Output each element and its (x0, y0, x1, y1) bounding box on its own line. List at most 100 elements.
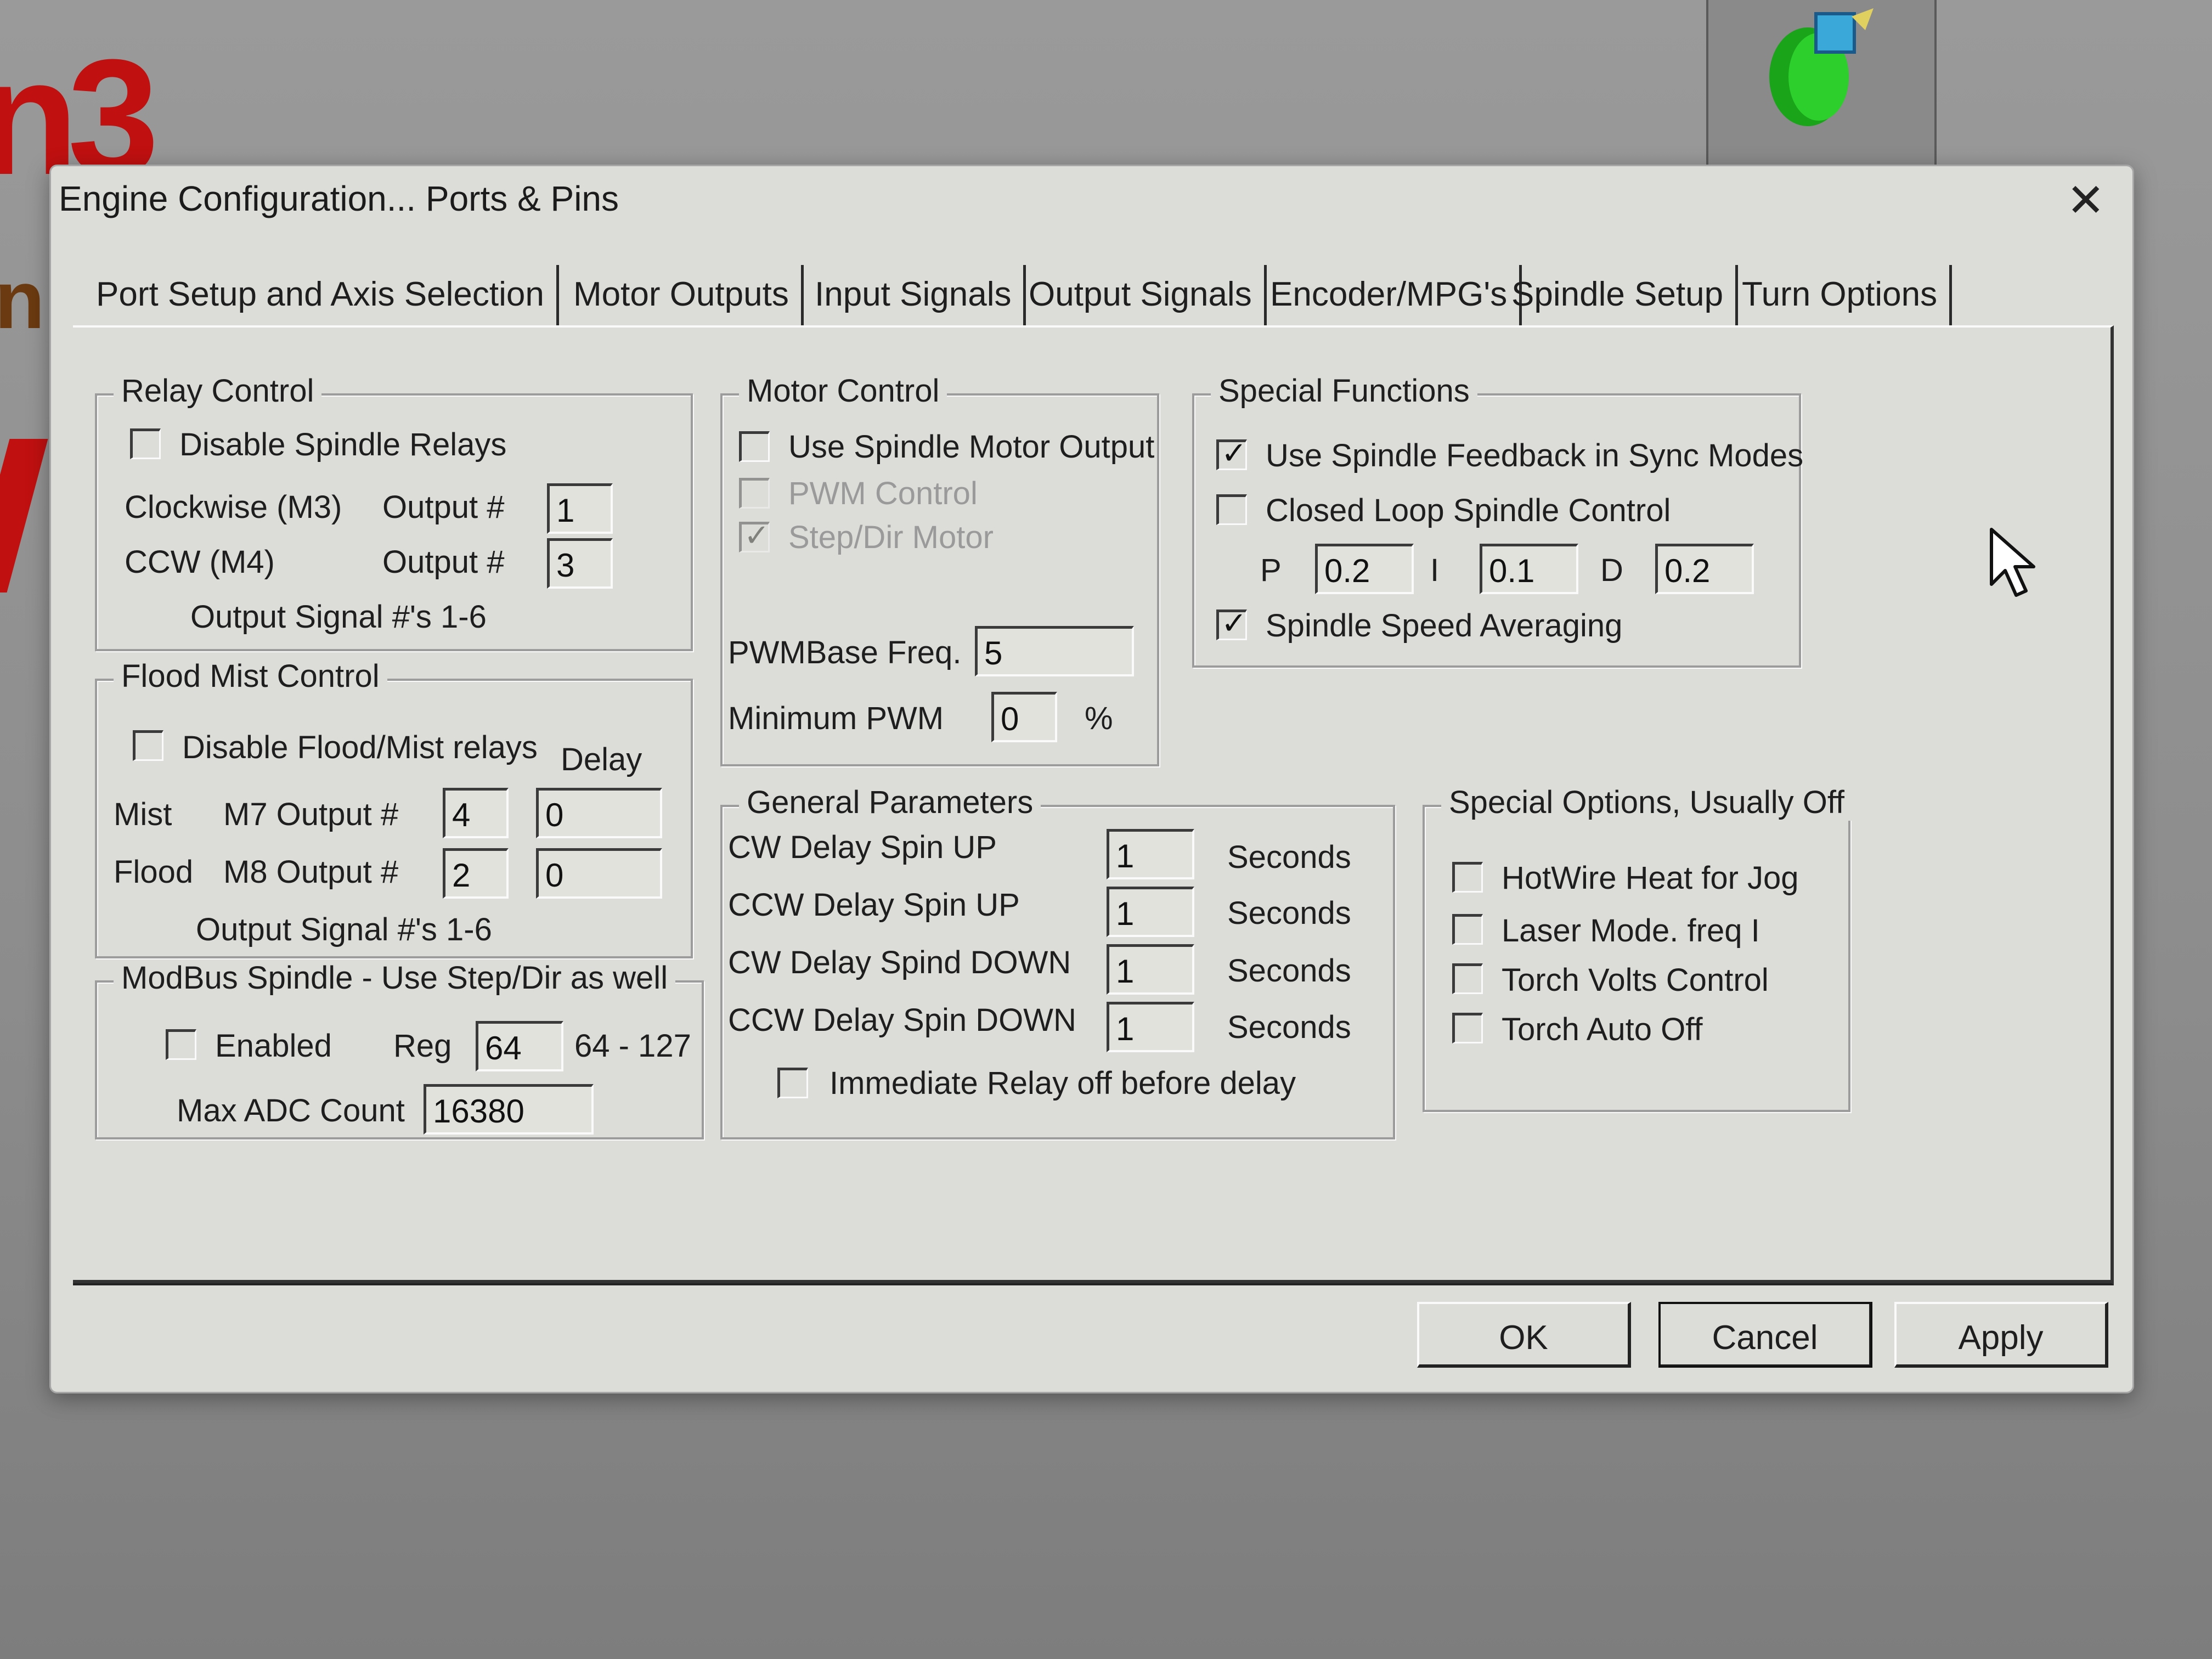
flood-delay-field[interactable]: 0 (536, 848, 662, 899)
flood-mist-output-range-label: Output Signal #'s 1-6 (196, 912, 492, 947)
disable-flood-mist-checkbox[interactable] (133, 730, 163, 761)
pwm-base-freq-label: PWMBase Freq. (728, 635, 962, 670)
relay-control-group: Relay Control Disable Spindle Relays Clo… (95, 373, 693, 651)
cw-delay-spin-up-label: CW Delay Spin UP (728, 830, 997, 865)
tab-input-signals[interactable]: Input Signals (803, 265, 1026, 325)
laser-mode-checkbox[interactable] (1452, 914, 1483, 945)
gear-icon (1769, 8, 1874, 126)
cw-output-field[interactable]: 1 (547, 483, 613, 534)
engine-configuration-dialog: Engine Configuration... Ports & Pins ✕ P… (49, 165, 2134, 1393)
ccw-delay-spin-down-label: CCW Delay Spin DOWN (728, 1002, 1076, 1038)
pid-i-field[interactable]: 0.1 (1480, 544, 1578, 594)
cancel-button[interactable]: Cancel (1658, 1302, 1872, 1368)
ok-button[interactable]: OK (1417, 1302, 1631, 1368)
minimum-pwm-unit: % (1085, 701, 1113, 736)
hotwire-heat-jog-label: HotWire Heat for Jog (1502, 860, 1799, 896)
flood-mist-group: Flood Mist Control Disable Flood/Mist re… (95, 658, 693, 958)
background-app-letter: n (0, 253, 45, 346)
modbus-reg-range-label: 64 - 127 (574, 1028, 691, 1064)
ccw-delay-spin-down-unit: Seconds (1227, 1009, 1351, 1045)
mist-output-label: M7 Output # (223, 797, 399, 832)
ccw-delay-spin-down-field[interactable]: 1 (1107, 1002, 1194, 1052)
cw-delay-spin-down-field[interactable]: 1 (1107, 944, 1194, 995)
mouse-pointer-icon (1990, 528, 2035, 597)
general-parameters-title: General Parameters (739, 784, 1041, 821)
minimum-pwm-field[interactable]: 0 (991, 692, 1057, 742)
tab-spindle-setup[interactable]: Spindle Setup (1499, 265, 1739, 325)
disable-spindle-relays-checkbox[interactable] (130, 428, 161, 459)
tab-turn-options[interactable]: Turn Options (1730, 265, 1953, 325)
spindle-feedback-sync-checkbox[interactable] (1216, 436, 1247, 471)
tab-port-setup[interactable]: Port Setup and Axis Selection (84, 265, 559, 325)
delay-label: Delay (561, 742, 642, 777)
tab-output-signals[interactable]: Output Signals (1017, 265, 1267, 325)
modbus-reg-field[interactable]: 64 (476, 1021, 563, 1071)
flood-output-label: M8 Output # (223, 854, 399, 890)
pwm-control-label: PWM Control (788, 476, 978, 511)
ccw-output-field[interactable]: 3 (547, 538, 613, 589)
desktop-background: n3 n Engine Configuration... Ports & Pin… (0, 0, 2212, 1659)
pid-i-label: I (1430, 552, 1440, 588)
closed-loop-spindle-checkbox[interactable] (1216, 494, 1247, 525)
cw-output-label: Output # (382, 489, 505, 525)
general-parameters-group: General Parameters CW Delay Spin UP 1 Se… (720, 784, 1395, 1139)
button-separator (73, 1280, 2114, 1283)
disable-spindle-relays-label: Disable Spindle Relays (179, 427, 507, 462)
torch-volts-control-label: Torch Volts Control (1502, 962, 1769, 998)
spindle-setup-panel: Relay Control Disable Spindle Relays Clo… (73, 325, 2114, 1285)
tab-motor-outputs[interactable]: Motor Outputs (561, 265, 804, 325)
tab-strip: Port Setup and Axis Selection Motor Outp… (84, 265, 2004, 325)
step-dir-motor-checkbox[interactable] (739, 518, 770, 554)
cw-delay-spin-up-field[interactable]: 1 (1107, 829, 1194, 879)
flood-mist-title: Flood Mist Control (114, 658, 387, 695)
tab-encoder-mpg[interactable]: Encoder/MPG's (1258, 265, 1522, 325)
immediate-relay-off-label: Immediate Relay off before delay (830, 1065, 1296, 1101)
pid-d-label: D (1600, 552, 1623, 588)
clockwise-label: Clockwise (M3) (125, 489, 342, 525)
use-spindle-motor-output-checkbox[interactable] (739, 431, 770, 462)
relay-output-range-label: Output Signal #'s 1-6 (190, 599, 487, 635)
modbus-reg-label: Reg (393, 1028, 452, 1064)
special-functions-group: Special Functions Use Spindle Feedback i… (1192, 373, 1804, 668)
torch-auto-off-checkbox[interactable] (1452, 1013, 1483, 1043)
spindle-speed-averaging-checkbox[interactable] (1216, 606, 1247, 641)
dialog-title: Engine Configuration... Ports & Pins (59, 179, 619, 218)
motor-control-title: Motor Control (739, 373, 947, 409)
close-icon[interactable]: ✕ (2067, 177, 2105, 223)
cw-delay-spin-up-unit: Seconds (1227, 839, 1351, 875)
ccw-output-label: Output # (382, 544, 505, 580)
background-red-stroke (0, 439, 48, 592)
torch-auto-off-label: Torch Auto Off (1502, 1012, 1703, 1047)
hotwire-heat-jog-checkbox[interactable] (1452, 862, 1483, 893)
special-functions-title: Special Functions (1211, 373, 1477, 409)
modbus-spindle-group: ModBus Spindle - Use Step/Dir as well En… (95, 960, 704, 1139)
modbus-enabled-label: Enabled (215, 1028, 332, 1064)
special-options-group: Special Options, Usually Off HotWire Hea… (1423, 784, 1853, 1112)
cw-delay-spin-down-unit: Seconds (1227, 953, 1351, 989)
ccw-label: CCW (M4) (125, 544, 275, 580)
minimum-pwm-label: Minimum PWM (728, 701, 944, 736)
ccw-delay-spin-up-label: CCW Delay Spin UP (728, 887, 1020, 923)
flood-output-field[interactable]: 2 (443, 848, 509, 899)
ccw-delay-spin-up-field[interactable]: 1 (1107, 887, 1194, 937)
step-dir-motor-label: Step/Dir Motor (788, 520, 994, 555)
laser-mode-label: Laser Mode. freq I (1502, 913, 1760, 949)
flood-label: Flood (114, 854, 194, 890)
torch-volts-control-checkbox[interactable] (1452, 963, 1483, 994)
mist-delay-field[interactable]: 0 (536, 788, 662, 838)
pid-p-field[interactable]: 0.2 (1315, 544, 1414, 594)
max-adc-count-field[interactable]: 16380 (424, 1084, 594, 1135)
modbus-enabled-checkbox[interactable] (166, 1029, 196, 1060)
relay-control-title: Relay Control (114, 373, 322, 409)
mist-output-field[interactable]: 4 (443, 788, 509, 838)
immediate-relay-off-checkbox[interactable] (777, 1068, 808, 1098)
mist-label: Mist (114, 797, 172, 832)
pwm-control-checkbox[interactable] (739, 478, 770, 509)
pid-d-field[interactable]: 0.2 (1655, 544, 1754, 594)
apply-button[interactable]: Apply (1894, 1302, 2108, 1368)
pwm-base-freq-field[interactable]: 5 (975, 626, 1134, 676)
max-adc-count-label: Max ADC Count (177, 1093, 405, 1128)
motor-control-group: Motor Control Use Spindle Motor Output P… (720, 373, 1159, 766)
modbus-spindle-title: ModBus Spindle - Use Step/Dir as well (114, 960, 676, 996)
spindle-feedback-sync-label: Use Spindle Feedback in Sync Modes (1266, 438, 1804, 473)
